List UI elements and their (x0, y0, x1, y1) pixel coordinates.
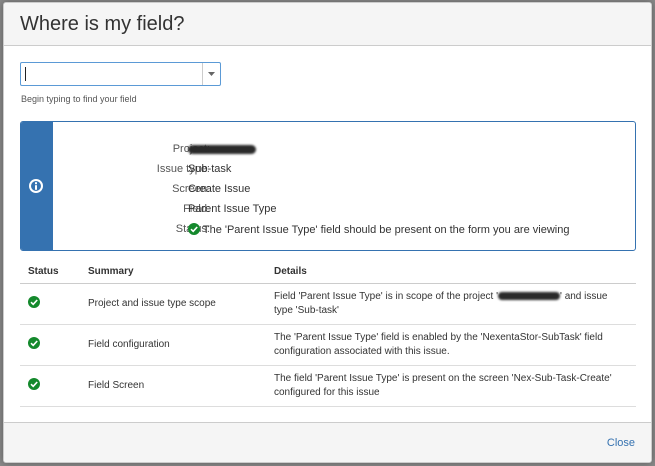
where-is-my-field-dialog: Where is my field? Begin typing to find … (3, 2, 652, 463)
row-summary-cell: Field Screen (80, 365, 266, 407)
check-circle-icon (28, 378, 40, 390)
close-button[interactable]: Close (607, 437, 635, 449)
field-checks-table: Status Summary Details Project and issue… (20, 261, 636, 407)
header-summary: Summary (80, 261, 266, 284)
details-text-start: Field 'Parent Issue Type' is in scope of… (274, 290, 498, 302)
info-row-status: Status: The 'Parent Issue Type' field sh… (53, 223, 633, 239)
text-caret (25, 67, 26, 81)
chevron-down-icon (208, 72, 215, 76)
status-text: The 'Parent Issue Type' field should be … (202, 224, 570, 236)
header-status: Status (20, 261, 80, 284)
table-row: Project and issue type scope Field 'Pare… (20, 283, 636, 325)
row-details-cell: Field 'Parent Issue Type' is in scope of… (266, 283, 636, 325)
screen-value: Create Issue (188, 183, 251, 195)
info-row-issue-type: Issue type: Sub-task (53, 163, 633, 179)
check-circle-icon (28, 337, 40, 349)
info-icon (29, 179, 43, 193)
row-details-cell: The 'Parent Issue Type' field is enabled… (266, 324, 636, 366)
check-circle-icon (188, 223, 200, 235)
issue-type-value: Sub-task (188, 163, 232, 175)
field-info-panel: Project: Issue type: Sub-task Screen: Cr… (20, 121, 636, 251)
check-circle-icon (28, 296, 40, 308)
row-summary-cell: Field configuration (80, 324, 266, 366)
project-value (188, 143, 256, 155)
table-row: Field configuration The 'Parent Issue Ty… (20, 324, 636, 366)
redacted-project-name (188, 144, 256, 154)
table-header-row: Status Summary Details (20, 261, 636, 284)
table-row: Field Screen The field 'Parent Issue Typ… (20, 365, 636, 407)
redacted-project-name (498, 291, 560, 300)
dialog-footer: Close (4, 422, 651, 462)
info-row-field: Field: Parent Issue Type (53, 203, 633, 219)
info-row-screen: Screen: Create Issue (53, 183, 633, 199)
info-row-project: Project: (53, 143, 633, 159)
field-search-input[interactable] (20, 62, 221, 86)
dialog-title: Where is my field? (20, 13, 185, 35)
row-details-cell: The field 'Parent Issue Type' is present… (266, 365, 636, 407)
dropdown-toggle-button[interactable] (202, 63, 220, 85)
status-value: The 'Parent Issue Type' field should be … (188, 223, 569, 236)
row-status-cell (20, 365, 80, 407)
dialog-header: Where is my field? (4, 3, 651, 46)
header-details: Details (266, 261, 636, 284)
search-hint: Begin typing to find your field (21, 94, 137, 104)
field-value: Parent Issue Type (188, 203, 277, 215)
row-summary-cell: Project and issue type scope (80, 283, 266, 325)
row-status-cell (20, 283, 80, 325)
info-strip (21, 122, 53, 250)
row-status-cell (20, 324, 80, 366)
